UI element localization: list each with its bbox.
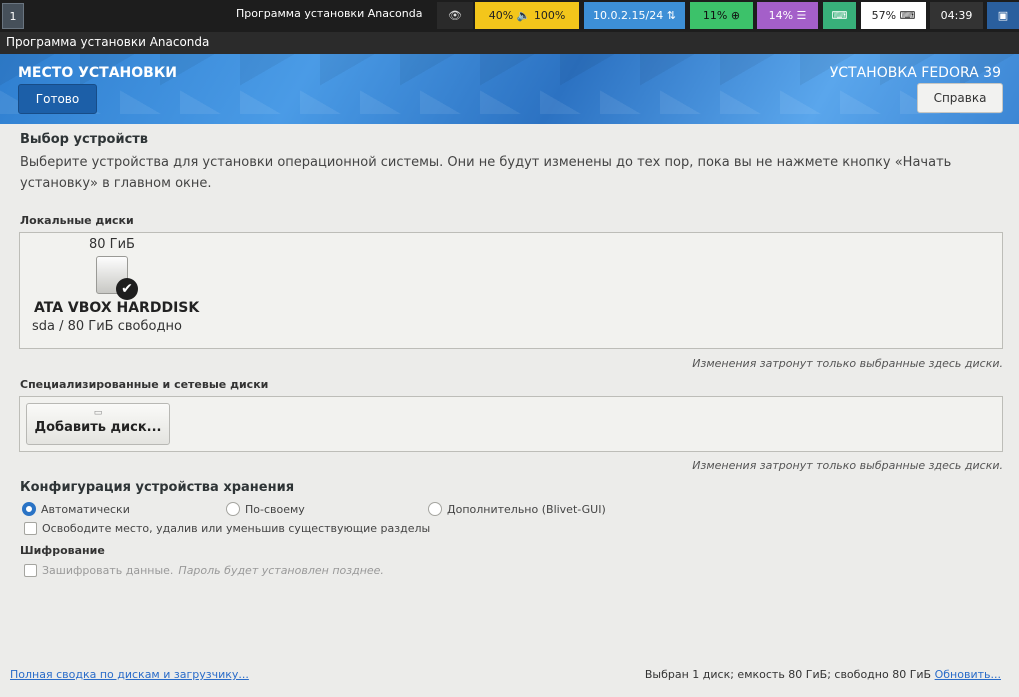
- encrypt-data-checkbox[interactable]: Зашифровать данные. Пароль будет установ…: [24, 564, 384, 577]
- status-text: Выбран 1 диск; емкость 80 ГиБ; свободно …: [644, 668, 932, 681]
- radio-label: По-своему: [245, 502, 305, 516]
- memory-status: 14% ☰: [757, 2, 818, 29]
- checkmark-icon: ✔: [116, 278, 138, 300]
- disk-sda[interactable]: 80 ГиБ ✔ ATA VBOX HARDDISK sda / 80 ГиБ …: [32, 237, 212, 334]
- radio-indicator: [226, 502, 240, 516]
- device-selection-description: Выберите устройства для установки операц…: [20, 155, 952, 191]
- special-disks-note: Изменения затронут только выбранные здес…: [692, 459, 1003, 472]
- full-disk-summary-link[interactable]: Полная сводка по дискам и загрузчику...: [10, 668, 249, 681]
- refresh-link[interactable]: Обновить...: [935, 668, 1001, 681]
- done-button[interactable]: Готово: [18, 84, 97, 114]
- battery-status: 57% ⌨: [861, 2, 926, 29]
- storage-config-options: Автоматически По-своему Дополнительно (B…: [22, 502, 722, 520]
- radio-label: Дополнительно (Blivet-GUI): [447, 502, 606, 516]
- window-title-bar: Программа установки Anaconda: [0, 32, 1019, 54]
- system-bar: 1 Программа установки Anaconda 👁 40% 🔈 1…: [0, 0, 1019, 32]
- tray-icon[interactable]: ▣: [987, 2, 1019, 29]
- main-content: Выбор устройств Выберите устройства для …: [0, 124, 1019, 697]
- network-status[interactable]: 10.0.2.15/24 ⇅: [584, 2, 685, 29]
- local-disks-note: Изменения затронут только выбранные здес…: [692, 357, 1003, 370]
- local-disks-panel: 80 ГиБ ✔ ATA VBOX HARDDISK sda / 80 ГиБ …: [19, 232, 1003, 349]
- radio-custom[interactable]: По-своему: [226, 502, 305, 516]
- volume-status[interactable]: 40% 🔈 100%: [475, 2, 579, 29]
- encrypt-hint: Пароль будет установлен позднее.: [178, 564, 384, 577]
- checkbox-label: Освободите место, удалив или уменьшив су…: [42, 522, 431, 535]
- harddisk-icon: ✔: [96, 256, 138, 300]
- add-disk-button[interactable]: ▭ Добавить диск...: [26, 403, 170, 445]
- add-disk-label: Добавить диск...: [34, 420, 162, 435]
- help-button[interactable]: Справка: [917, 83, 1003, 113]
- keyboard-icon[interactable]: ⌨: [823, 2, 856, 29]
- reclaim-space-checkbox[interactable]: Освободите место, удалив или уменьшив су…: [24, 522, 430, 535]
- product-title: УСТАНОВКА FEDORA 39: [829, 65, 1001, 81]
- workspace-button[interactable]: 1: [2, 3, 24, 29]
- page-title: МЕСТО УСТАНОВКИ: [18, 65, 177, 81]
- local-disks-heading: Локальные диски: [20, 214, 134, 227]
- clock: 04:39: [930, 2, 983, 29]
- checkbox-label: Зашифровать данные.: [42, 564, 174, 577]
- device-selection-heading: Выбор устройств: [20, 132, 149, 147]
- radio-indicator: [428, 502, 442, 516]
- disk-name: ATA VBOX HARDDISK: [34, 300, 200, 316]
- encryption-heading: Шифрование: [20, 544, 105, 557]
- radio-automatic[interactable]: Автоматически: [22, 502, 130, 516]
- cpu-status: 11% ⊕: [690, 2, 753, 29]
- disk-info: sda / 80 ГиБ свободно: [32, 319, 182, 334]
- storage-config-heading: Конфигурация устройства хранения: [20, 480, 295, 495]
- radio-advanced[interactable]: Дополнительно (Blivet-GUI): [428, 502, 606, 516]
- special-disks-panel: ▭ Добавить диск...: [19, 396, 1003, 452]
- disk-icon: ▭: [93, 408, 103, 418]
- radio-indicator: [22, 502, 36, 516]
- spoke-header: МЕСТО УСТАНОВКИ УСТАНОВКА FEDORA 39 Гото…: [0, 54, 1019, 124]
- eye-icon: 👁: [437, 2, 473, 29]
- radio-label: Автоматически: [41, 502, 130, 516]
- focused-window-title: Программа установки Anaconda: [236, 7, 423, 20]
- checkbox-box: [24, 564, 37, 577]
- special-disks-heading: Специализированные и сетевые диски: [20, 378, 269, 391]
- disk-selection-status: Выбран 1 диск; емкость 80 ГиБ; свободно …: [645, 668, 1001, 681]
- disk-size: 80 ГиБ: [89, 237, 135, 252]
- checkbox-box: [24, 522, 37, 535]
